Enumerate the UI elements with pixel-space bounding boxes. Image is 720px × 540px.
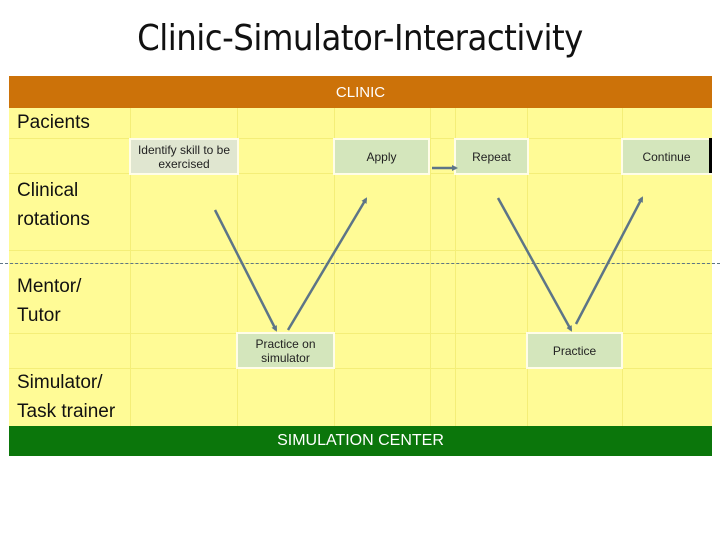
- slide-title: Clinic-Simulator-Interactivity: [137, 18, 583, 59]
- row-label-text: Clinical: [17, 180, 79, 201]
- step-text: simulator: [261, 350, 310, 365]
- grid-line: [430, 108, 431, 426]
- row-label-text: rotations: [17, 209, 90, 230]
- row-label-text: Pacients: [17, 112, 90, 133]
- clinic-simulation-divider: [0, 263, 720, 264]
- row-label-mentor-tutor: Mentor/ Tutor: [17, 272, 81, 330]
- step-identify-skill: Identify skill to be exercised: [129, 138, 239, 175]
- grid-line: [9, 250, 712, 251]
- row-label-text: Task trainer: [17, 401, 116, 422]
- edge-marker: [709, 138, 712, 173]
- row-label-clinical-rotations: Clinical rotations: [17, 176, 90, 234]
- row-label-pacients: Pacients: [17, 108, 90, 137]
- row-label-text: Tutor: [17, 305, 61, 326]
- step-repeat: Repeat: [454, 138, 529, 175]
- step-text: Practice: [552, 343, 597, 358]
- step-text: Continue: [642, 149, 691, 164]
- simulation-center-band: SIMULATION CENTER: [9, 426, 712, 456]
- step-continue: Continue: [621, 138, 712, 175]
- step-practice-on-simulator: Practice on simulator: [236, 332, 335, 369]
- step-text: Identify skill to be: [137, 142, 231, 157]
- step-text: Practice on: [255, 336, 316, 351]
- grid: Pacients Clinical rotations Mentor/ Tuto…: [9, 108, 712, 426]
- step-text: exercised: [158, 156, 210, 171]
- diagram-board: CLINIC Pacients Clinical rotations Mento…: [9, 76, 712, 456]
- step-text: Repeat: [472, 149, 511, 164]
- step-practice: Practice: [526, 332, 623, 369]
- step-text: Apply: [366, 149, 397, 164]
- row-label-text: Mentor/: [17, 276, 82, 297]
- row-label-simulator-task-trainer: Simulator/ Task trainer: [17, 368, 115, 426]
- step-apply: Apply: [333, 138, 430, 175]
- clinic-band: CLINIC: [9, 76, 712, 108]
- row-label-text: Simulator/: [17, 372, 103, 393]
